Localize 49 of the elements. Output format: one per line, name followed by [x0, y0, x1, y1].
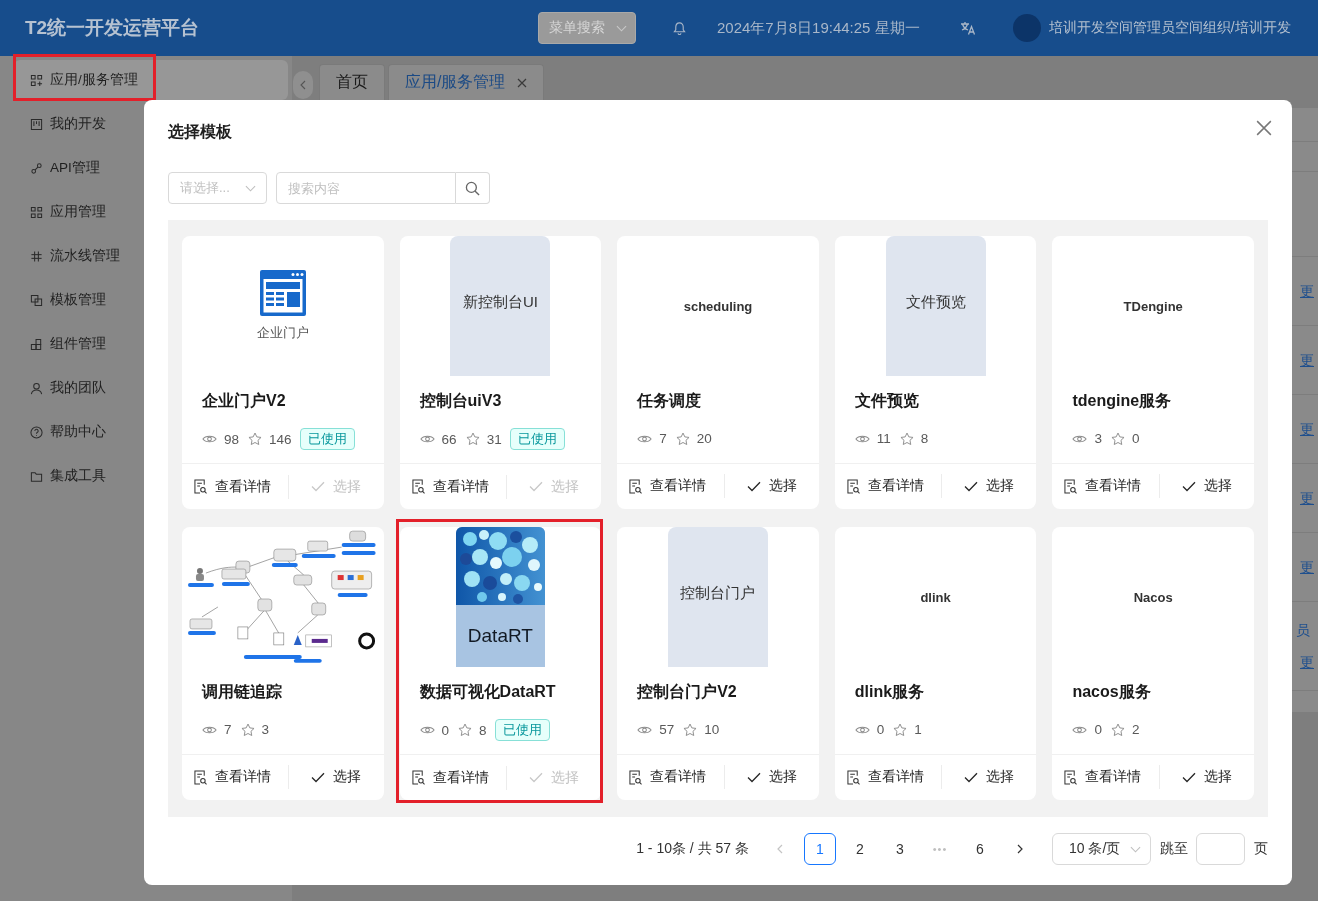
- page-label: 页: [1254, 840, 1268, 858]
- thumbnail-caption: 企业门户: [256, 324, 309, 342]
- card-title: 数据可视化DataRT: [418, 682, 557, 702]
- favorite-count: 31: [486, 431, 502, 447]
- dialog-title: 选择模板: [168, 122, 232, 142]
- cover-caption: DataRT: [467, 624, 533, 648]
- card-title: 企业门户V2: [201, 391, 287, 411]
- thumbnail-wordmark: Nacos: [1133, 589, 1173, 605]
- poster-caption: 控制台门户: [680, 583, 756, 603]
- poster-caption: 新控制台UI: [462, 292, 538, 312]
- status-badge: 已使用: [509, 428, 565, 450]
- view-count: 7: [224, 722, 232, 738]
- card-title: 调用链追踪: [200, 682, 283, 702]
- card-title: nacos服务: [1071, 682, 1152, 702]
- card-title: 文件预览: [853, 391, 920, 411]
- card-title: 控制台uiV3: [418, 391, 503, 411]
- favorite-count: 146: [269, 431, 292, 447]
- view-count: 0: [1094, 722, 1102, 738]
- view-count: 98: [224, 431, 240, 447]
- card-title: 控制台门户V2: [635, 682, 738, 702]
- app-title: T2统一开发运营平台: [25, 16, 201, 40]
- date-time: 2024年7月8日19:44:25 星期一: [717, 18, 920, 38]
- favorite-count: 20: [696, 431, 712, 447]
- card-title: tdengine服务: [1071, 391, 1173, 411]
- pagination-summary: 1 - 10条 / 共 57 条: [636, 840, 749, 858]
- thumbnail-wordmark: scheduling: [683, 298, 753, 314]
- favorite-count: 2: [1131, 722, 1140, 738]
- status-badge: 已使用: [299, 428, 355, 450]
- favorite-count: 3: [261, 722, 270, 738]
- favorite-count: 0: [1131, 431, 1140, 447]
- cell-text: 员: [1296, 621, 1310, 639]
- view-count: 3: [1094, 431, 1102, 447]
- status-badge: 已使用: [494, 719, 550, 741]
- card-title: 任务调度: [635, 391, 703, 411]
- view-count: 11: [876, 431, 891, 447]
- thumbnail-wordmark: dlink: [920, 589, 951, 605]
- card-title: dlink服务: [853, 682, 926, 702]
- favorite-count: 10: [704, 722, 720, 738]
- view-count: 57: [659, 722, 675, 738]
- favorite-count: 8: [920, 431, 929, 447]
- favorite-count: 1: [914, 722, 922, 738]
- thumbnail-wordmark: TDengine: [1123, 298, 1183, 314]
- view-count: 0: [441, 722, 450, 738]
- favorite-count: 8: [479, 722, 487, 738]
- view-count: 0: [876, 722, 885, 738]
- view-count: 66: [441, 431, 457, 447]
- view-count: 7: [659, 431, 667, 447]
- poster-caption: 文件预览: [905, 292, 966, 312]
- jump-label: 跳至: [1160, 840, 1188, 858]
